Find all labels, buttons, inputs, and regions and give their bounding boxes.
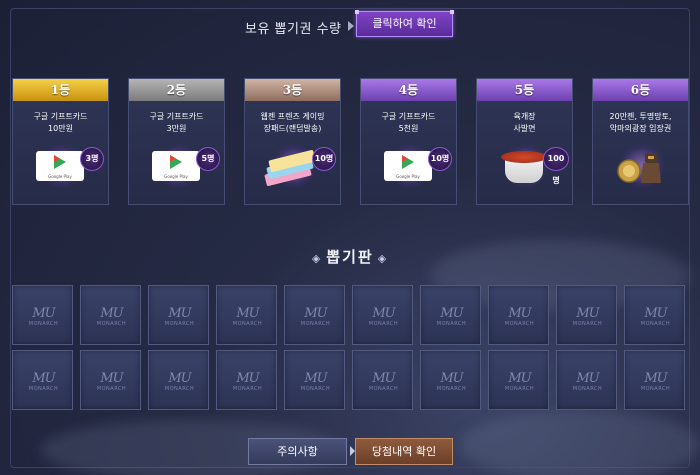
winner-count-badge: 10명 (312, 147, 336, 171)
draw-tile[interactable]: MU MONARCH (148, 285, 209, 345)
google-play-card-icon: Google Play (36, 151, 84, 181)
prize-image: 100명 (477, 141, 574, 191)
draw-tile[interactable]: MU MONARCH (216, 350, 277, 410)
notice-button[interactable]: 주의사항 (248, 438, 347, 465)
winner-count-badge: 5명 (196, 147, 220, 171)
winner-count-badge: 10명 (428, 147, 452, 171)
rank-label: 1등 (13, 79, 108, 101)
draw-tile[interactable]: MU MONARCH (80, 285, 141, 345)
arrow-right-icon (348, 21, 354, 31)
prize-card-1: 1등 구글 기프트카드 10만원 Google Play 3명 (12, 78, 109, 205)
prize-card-5: 5등 육개장 사발면 100명 (476, 78, 573, 205)
prize-image: Google Play 3명 (13, 141, 110, 191)
prize-image: 10명 (245, 141, 342, 191)
draw-tile[interactable]: MU MONARCH (12, 350, 73, 410)
prize-card-3: 3등 웹젠 프렌즈 게이밍 장패드(랜덤발송) 10명 (244, 78, 341, 205)
prize-name: 구글 기프트카드 5천원 (381, 112, 436, 133)
rank-label: 2등 (129, 79, 224, 101)
winner-count-badge: 3명 (80, 147, 104, 171)
draw-tile[interactable]: MU MONARCH (352, 285, 413, 345)
prize-name: 구글 기프트카드 10만원 (33, 112, 88, 133)
google-play-card-icon: Google Play (384, 151, 432, 181)
draw-tile[interactable]: MU MONARCH (488, 285, 549, 345)
draw-tile[interactable]: MU MONARCH (148, 350, 209, 410)
prize-name: 구글 기프트카드 3만원 (149, 112, 204, 133)
cloud-decoration (460, 410, 700, 475)
draw-tile[interactable]: MU MONARCH (284, 350, 345, 410)
draw-tile[interactable]: MU MONARCH (12, 285, 73, 345)
prize-image (593, 141, 690, 191)
draw-tile[interactable]: MU MONARCH (488, 350, 549, 410)
prize-card-4: 4등 구글 기프트카드 5천원 Google Play 10명 (360, 78, 457, 205)
draw-tile[interactable]: MU MONARCH (556, 350, 617, 410)
prize-card-2: 2등 구글 기프트카드 3만원 Google Play 5명 (128, 78, 225, 205)
draw-tile[interactable]: MU MONARCH (624, 285, 685, 345)
ticket-count-label: 보유 뽑기권 수량 (245, 22, 342, 37)
draw-tile[interactable]: MU MONARCH (420, 350, 481, 410)
draw-board-grid: MU MONARCH MU MONARCH MU MONARCH MU MONARCH … (12, 285, 692, 411)
prize-card-6: 6등 20만젠, 투명망토, 악마의광장 입장권 (592, 78, 689, 205)
diamond-icon: ◈ (311, 252, 323, 265)
prize-list: 1등 구글 기프트카드 10만원 Google Play 3명 2등 구글 기프… (12, 78, 692, 208)
rank-label: 4등 (361, 79, 456, 101)
prize-name: 20만젠, 투명망토, 악마의광장 입장권 (609, 112, 672, 133)
rank-label: 5등 (477, 79, 572, 101)
draw-tile[interactable]: MU MONARCH (284, 285, 345, 345)
draw-tile[interactable]: MU MONARCH (80, 350, 141, 410)
prize-image: Google Play 5명 (129, 141, 226, 191)
game-items-icon (615, 147, 667, 185)
prize-image: Google Play 10명 (361, 141, 458, 191)
draw-board-title: ◈ 뽑기판 ◈ (0, 246, 700, 267)
draw-board-title-text: 뽑기판 (326, 248, 374, 266)
prize-name: 웹젠 프렌즈 게이밍 장패드(랜덤발송) (260, 112, 325, 133)
cup-noodle-icon (499, 149, 549, 185)
draw-tile[interactable]: MU MONARCH (352, 350, 413, 410)
diamond-icon: ◈ (377, 252, 389, 265)
draw-tile[interactable]: MU MONARCH (624, 350, 685, 410)
prize-name: 육개장 사발면 (513, 112, 536, 133)
ticket-header: 보유 뽑기권 수량 클릭하여 확인 (0, 10, 700, 40)
draw-tile[interactable]: MU MONARCH (556, 285, 617, 345)
rank-label: 6등 (593, 79, 688, 101)
google-play-card-icon: Google Play (152, 151, 200, 181)
gaming-pad-icon (263, 147, 319, 187)
rank-label: 3등 (245, 79, 340, 101)
draw-tile[interactable]: MU MONARCH (216, 285, 277, 345)
winner-count-badge: 100명 (543, 147, 569, 185)
winning-history-button[interactable]: 당첨내역 확인 (355, 438, 453, 465)
draw-tile[interactable]: MU MONARCH (420, 285, 481, 345)
check-tickets-button[interactable]: 클릭하여 확인 (355, 10, 454, 37)
